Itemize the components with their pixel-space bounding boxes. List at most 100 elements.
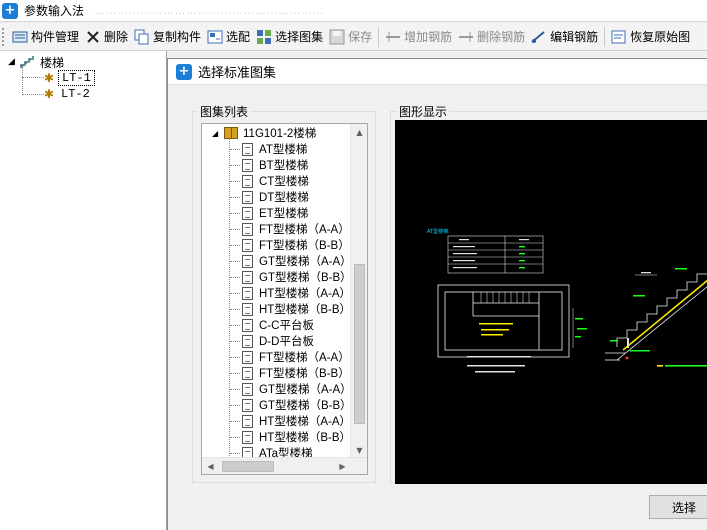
atlas-list-item[interactable]: HT型楼梯（B-B） bbox=[242, 301, 351, 317]
atlas-list-item[interactable]: FT型楼梯（A-A） bbox=[242, 221, 350, 237]
cad-marker bbox=[625, 356, 629, 360]
select-atlas-button[interactable]: 选择图集 bbox=[253, 25, 326, 49]
delete-rebar-button[interactable]: 删除钢筋 bbox=[455, 25, 528, 49]
gear-icon: ✱ bbox=[44, 87, 55, 101]
atlas-list-item[interactable]: D-D平台板 bbox=[242, 333, 314, 349]
toolbar-grip[interactable] bbox=[2, 27, 5, 46]
atlas-list-item[interactable]: FT型楼梯（A-A） bbox=[242, 349, 350, 365]
component-manage-button[interactable]: 构件管理 bbox=[9, 25, 82, 49]
atlas-list[interactable]: ◢ 11G101-2楼梯 AT型楼梯 BT型楼梯 CT型楼梯 DT型楼梯 ET型楼梯 FT… bbox=[201, 123, 368, 475]
tree-connector bbox=[230, 149, 240, 150]
expand-arrow-icon[interactable]: ◢ bbox=[212, 129, 224, 138]
tree-connector bbox=[230, 421, 240, 422]
document-icon bbox=[242, 318, 253, 332]
tree-connector bbox=[230, 373, 240, 374]
edit-rebar-button[interactable]: 编辑钢筋 bbox=[528, 25, 601, 49]
atlas-list-item[interactable]: HT型楼梯（A-A） bbox=[242, 413, 351, 429]
cad-plan-view bbox=[437, 284, 570, 358]
dialog-titlebar: + 选择标准图集 bbox=[168, 59, 707, 85]
add-rebar-button[interactable]: 增加钢筋 bbox=[382, 25, 455, 49]
atlas-item-label: DT型楼梯 bbox=[259, 192, 309, 204]
atlas-item-label: GT型楼梯（A-A） bbox=[259, 256, 352, 268]
copy-component-button[interactable]: 复制构件 bbox=[131, 25, 204, 49]
atlas-item-label: HT型楼梯（B-B） bbox=[259, 432, 351, 444]
select-button[interactable]: 选择 bbox=[649, 495, 707, 519]
list-group-label: 图集列表 bbox=[198, 103, 251, 120]
document-icon bbox=[242, 142, 253, 156]
cad-drawing: AT型楼梯: bbox=[427, 228, 707, 373]
atlas-root-label: 11G101-2楼梯 bbox=[243, 128, 317, 140]
tree-connector bbox=[230, 341, 240, 342]
tree-node-lt1[interactable]: ✱ LT-1 bbox=[44, 70, 95, 86]
drawing-preview[interactable]: AT型楼梯: bbox=[395, 120, 707, 484]
atlas-list-item[interactable]: GT型楼梯（B-B） bbox=[242, 397, 352, 413]
tree-connector bbox=[22, 94, 44, 95]
document-icon bbox=[242, 366, 253, 380]
tree-connector bbox=[230, 293, 240, 294]
atlas-list-item[interactable]: ET型楼梯 bbox=[242, 205, 308, 221]
atlas-root-node[interactable]: ◢ 11G101-2楼梯 bbox=[212, 125, 316, 141]
atlas-item-label: HT型楼梯（A-A） bbox=[259, 416, 351, 428]
atlas-list-item[interactable]: GT型楼梯（B-B） bbox=[242, 269, 352, 285]
atlas-list-item[interactable]: HT型楼梯（A-A） bbox=[242, 285, 351, 301]
atlas-list-item[interactable]: CT型楼梯 bbox=[242, 173, 309, 189]
app-icon: + bbox=[2, 2, 18, 19]
book-icon bbox=[224, 127, 238, 139]
document-icon bbox=[242, 222, 253, 236]
tree-node-lt2[interactable]: ✱ LT-2 bbox=[44, 86, 93, 102]
expand-arrow-icon[interactable]: ◢ bbox=[8, 57, 20, 67]
atlas-list-item[interactable]: GT型楼梯（A-A） bbox=[242, 381, 352, 397]
atlas-list-item[interactable]: BT型楼梯 bbox=[242, 157, 308, 173]
atlas-item-label: ET型楼梯 bbox=[259, 208, 309, 220]
component-manage-icon bbox=[12, 29, 28, 45]
atlas-item-label: HT型楼梯（A-A） bbox=[259, 288, 351, 300]
window-subtitle-blurred: …………………………………………………… bbox=[94, 4, 325, 17]
tree-node-label: LT-2 bbox=[61, 87, 90, 101]
atlas-item-label: FT型楼梯（B-B） bbox=[259, 240, 350, 252]
restore-original-button[interactable]: 恢复原始图 bbox=[608, 25, 693, 49]
toolbar-separator bbox=[604, 26, 606, 47]
scroll-thumb[interactable] bbox=[222, 461, 274, 472]
cad-label: AT型楼梯: bbox=[427, 228, 450, 235]
tree-node-stairs[interactable]: ◢ 楼梯 bbox=[8, 54, 64, 70]
scroll-thumb[interactable] bbox=[354, 264, 365, 424]
tree-node-label: 楼梯 bbox=[40, 55, 65, 70]
preview-group-label: 图形显示 bbox=[397, 103, 450, 120]
scroll-right-arrow-icon[interactable]: ▶ bbox=[334, 458, 351, 474]
window-titlebar: + 参数输入法 …………………………………………………… bbox=[0, 0, 707, 22]
atlas-item-label: FT型楼梯（A-A） bbox=[259, 224, 350, 236]
tree-connector bbox=[230, 389, 240, 390]
tree-connector bbox=[230, 437, 240, 438]
scroll-left-arrow-icon[interactable]: ◀ bbox=[202, 458, 219, 474]
atlas-list-item[interactable]: FT型楼梯（B-B） bbox=[242, 365, 350, 381]
delete-button[interactable]: 删除 bbox=[82, 25, 131, 49]
cad-dim-values bbox=[575, 318, 587, 338]
atlas-list-item[interactable]: FT型楼梯（B-B） bbox=[242, 237, 350, 253]
document-icon bbox=[242, 382, 253, 396]
document-icon bbox=[242, 238, 253, 252]
scroll-up-arrow-icon[interactable]: ▲ bbox=[351, 124, 367, 141]
list-vertical-scrollbar[interactable]: ▲ ▼ bbox=[350, 124, 367, 459]
tree-connector bbox=[230, 277, 240, 278]
document-icon bbox=[242, 158, 253, 172]
document-icon bbox=[242, 398, 253, 412]
atlas-item-label: FT型楼梯（B-B） bbox=[259, 368, 350, 380]
atlas-list-item[interactable]: C-C平台板 bbox=[242, 317, 314, 333]
atlas-item-label: CT型楼梯 bbox=[259, 176, 309, 188]
document-icon bbox=[242, 286, 253, 300]
select-config-icon bbox=[207, 29, 223, 45]
document-icon bbox=[242, 206, 253, 220]
save-icon bbox=[329, 29, 345, 45]
cad-plan-notes bbox=[479, 323, 513, 336]
select-config-button[interactable]: 选配 bbox=[204, 25, 253, 49]
atlas-list-item[interactable]: HT型楼梯（B-B） bbox=[242, 429, 351, 445]
atlas-item-label: HT型楼梯（B-B） bbox=[259, 304, 351, 316]
atlas-list-item[interactable]: AT型楼梯 bbox=[242, 141, 307, 157]
atlas-list-item[interactable]: GT型楼梯（A-A） bbox=[242, 253, 352, 269]
atlas-item-label: FT型楼梯（A-A） bbox=[259, 352, 350, 364]
save-button[interactable]: 保存 bbox=[326, 25, 375, 49]
atlas-list-item[interactable]: DT型楼梯 bbox=[242, 189, 309, 205]
tree-connector bbox=[230, 405, 240, 406]
list-horizontal-scrollbar[interactable]: ◀ ▶ bbox=[202, 457, 367, 474]
component-tree: ◢ 楼梯 ✱ LT-1 ✱ LT-2 bbox=[0, 51, 167, 530]
